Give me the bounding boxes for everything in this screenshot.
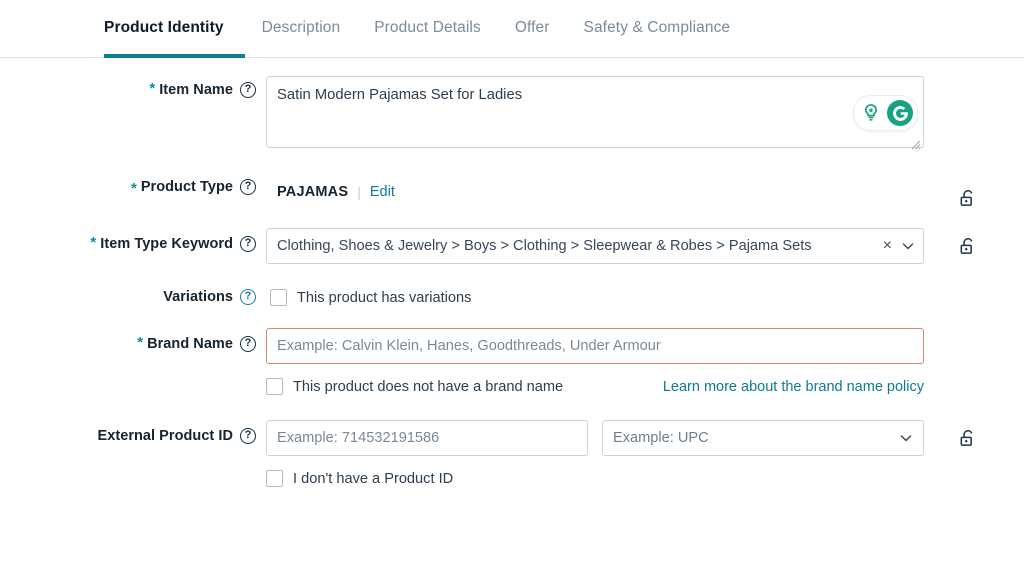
item-name-label: Item Name [159, 82, 233, 98]
field-row-external-product-id: External Product ID ? Example: UPC I don… [0, 420, 1024, 487]
tab-bar: Product Identity Description Product Det… [0, 0, 1024, 58]
tab-product-identity[interactable]: Product Identity [104, 0, 245, 58]
field-row-product-type: * Product Type ? PAJAMAS | Edit [0, 179, 1024, 206]
product-type-label: Product Type [140, 179, 233, 195]
product-type-edit-link[interactable]: Edit [370, 184, 395, 200]
product-type-value: PAJAMAS [277, 184, 349, 200]
variations-label-group: Variations ? [0, 289, 266, 305]
external-product-id-label-group: External Product ID ? [0, 420, 266, 444]
external-product-id-input[interactable] [266, 420, 588, 456]
chevron-down-icon[interactable] [901, 239, 915, 253]
tab-offer[interactable]: Offer [498, 0, 567, 58]
help-icon-brand-name[interactable]: ? [240, 336, 256, 352]
variations-checkbox-label[interactable]: This product has variations [297, 290, 471, 306]
product-identity-form: * Item Name ? Satin Modern Pajamas Set f… [0, 58, 1024, 487]
item-type-keyword-label: Item Type Keyword [100, 236, 233, 252]
field-row-variations: Variations ? This product has variations [0, 289, 1024, 306]
clear-icon[interactable]: × [879, 238, 901, 254]
field-row-item-name: * Item Name ? [0, 76, 1024, 153]
no-product-id-checkbox[interactable] [266, 470, 283, 487]
help-icon-product-type[interactable]: ? [240, 179, 256, 195]
brand-name-label-group: * Brand Name ? [0, 328, 266, 352]
help-icon-item-type-keyword[interactable]: ? [240, 236, 256, 252]
tab-label: Description [261, 19, 341, 36]
required-asterisk: * [130, 180, 137, 197]
help-icon-item-name[interactable]: ? [240, 82, 256, 98]
no-brand-checkbox[interactable] [266, 378, 283, 395]
tab-label: Safety & Compliance [583, 19, 731, 36]
variations-checkbox-row[interactable]: This product has variations [266, 289, 1024, 306]
item-name-textarea-wrapper [266, 76, 924, 153]
external-product-id-field-col: Example: UPC I don't have a Product ID [266, 420, 1024, 487]
item-name-field-col [266, 76, 1024, 153]
required-asterisk: * [149, 80, 156, 97]
tab-label: Product Identity [104, 19, 224, 36]
tab-safety-compliance[interactable]: Safety & Compliance [567, 0, 748, 58]
product-type-label-group: * Product Type ? [0, 179, 266, 197]
external-product-id-inputs: Example: UPC [266, 420, 1024, 456]
no-brand-checkbox-row[interactable]: This product does not have a brand name [266, 378, 563, 395]
item-type-keyword-label-group: * Item Type Keyword ? [0, 228, 266, 252]
variations-checkbox[interactable] [270, 289, 287, 306]
tab-label: Product Details [374, 19, 481, 36]
value-separator: | [357, 184, 361, 200]
no-brand-checkbox-label[interactable]: This product does not have a brand name [293, 379, 563, 395]
brand-name-label: Brand Name [147, 336, 233, 352]
product-type-field-col: PAJAMAS | Edit [266, 179, 1024, 205]
help-icon-variations[interactable]: ? [240, 289, 256, 305]
item-name-label-group: * Item Name ? [0, 76, 266, 98]
field-row-brand-name: * Brand Name ? This product does not hav… [0, 328, 1024, 395]
variations-label: Variations [163, 289, 233, 305]
grammarly-icon[interactable] [887, 100, 913, 126]
unlock-icon-external-product-id[interactable] [959, 429, 977, 449]
writing-assistant-toolbar [853, 95, 918, 131]
external-product-id-type-select[interactable]: Example: UPC [602, 420, 924, 456]
unlock-icon-product-type[interactable] [959, 189, 977, 209]
tab-label: Offer [514, 19, 550, 36]
brand-name-input[interactable] [266, 328, 924, 364]
field-row-item-type-keyword: * Item Type Keyword ? Clothing, Shoes & … [0, 228, 1024, 264]
no-product-id-checkbox-row[interactable]: I don't have a Product ID [266, 470, 1024, 487]
external-product-id-label: External Product ID [97, 428, 233, 444]
variations-field-col: This product has variations [266, 289, 1024, 306]
brand-policy-link[interactable]: Learn more about the brand name policy [663, 379, 924, 395]
required-asterisk: * [137, 334, 144, 351]
required-asterisk: * [90, 234, 97, 251]
brand-name-field-col: This product does not have a brand name … [266, 328, 1024, 395]
lightbulb-icon[interactable] [858, 100, 884, 126]
help-icon-external-product-id[interactable]: ? [240, 428, 256, 444]
tab-product-details[interactable]: Product Details [357, 0, 498, 58]
item-type-keyword-value: Clothing, Shoes & Jewelry > Boys > Cloth… [277, 238, 812, 254]
chevron-down-icon[interactable] [899, 431, 913, 445]
tab-description[interactable]: Description [245, 0, 358, 58]
unlock-icon-item-type-keyword[interactable] [959, 237, 977, 257]
product-type-value-row: PAJAMAS | Edit [266, 179, 1024, 205]
item-name-input[interactable] [266, 76, 924, 148]
brand-name-secondary-row: This product does not have a brand name … [266, 378, 924, 395]
item-type-keyword-select[interactable]: Clothing, Shoes & Jewelry > Boys > Cloth… [266, 228, 924, 264]
external-product-id-type-value: Example: UPC [613, 430, 709, 446]
no-product-id-checkbox-label[interactable]: I don't have a Product ID [293, 471, 453, 487]
item-type-keyword-field-col: Clothing, Shoes & Jewelry > Boys > Cloth… [266, 228, 1024, 264]
